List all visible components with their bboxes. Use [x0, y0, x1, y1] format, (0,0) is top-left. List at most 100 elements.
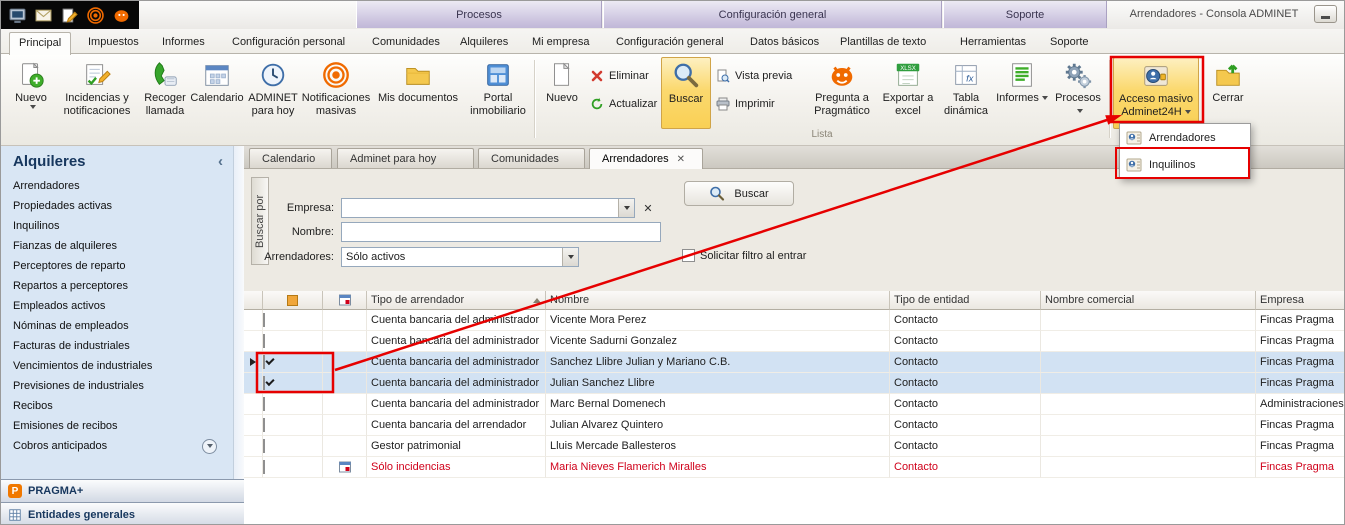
sidebar-scrollbar[interactable]	[233, 146, 244, 479]
sidebar-item-cobros-anticipados[interactable]: Cobros anticipados	[1, 436, 233, 456]
doc-tab-calendario[interactable]: Calendario	[249, 148, 332, 168]
doc-tab-adminet-para-hoy[interactable]: Adminet para hoy	[337, 148, 474, 168]
checkbox[interactable]	[682, 249, 695, 262]
exportar-excel-button[interactable]: XLSX Exportar a excel	[879, 57, 937, 129]
table-row[interactable]: Cuenta bancaria del administrador Marc B…	[244, 394, 1345, 415]
checkbox[interactable]	[263, 355, 265, 369]
ribbon-tab-mi-empresa[interactable]: Mi empresa	[523, 32, 598, 53]
cell-tipo[interactable]: Cuenta bancaria del administrador	[367, 352, 546, 373]
cell-entidad[interactable]: Contacto	[890, 394, 1041, 415]
row-checkbox-cell[interactable]	[263, 352, 323, 373]
row-checkbox-cell[interactable]	[263, 415, 323, 436]
cell-nombre[interactable]: Julian Alvarez Quintero	[546, 415, 890, 436]
eliminar-button[interactable]: Eliminar	[587, 66, 652, 86]
row-checkbox-cell[interactable]	[263, 310, 323, 331]
broadcast-icon[interactable]	[87, 7, 104, 24]
sidebar-item-repartos-a-perceptores[interactable]: Repartos a perceptores	[1, 276, 233, 296]
collapse-sidebar-icon[interactable]: ‹	[218, 155, 223, 169]
checkbox[interactable]	[263, 397, 265, 411]
sidebar-item-propiedades-activas[interactable]: Propiedades activas	[1, 196, 233, 216]
sidebar-item-recibos[interactable]: Recibos	[1, 396, 233, 416]
header-tipo-de-entidad[interactable]: Tipo de entidad	[890, 291, 1041, 310]
clear-empresa-button[interactable]: ✕	[640, 200, 656, 216]
table-row[interactable]: Cuenta bancaria del administrador Vicent…	[244, 310, 1345, 331]
doc-tab-comunidades[interactable]: Comunidades	[478, 148, 585, 168]
ribbon-tab-plantillas-de-texto[interactable]: Plantillas de texto	[831, 32, 935, 53]
cell-empresa[interactable]: Fincas Pragma	[1256, 310, 1345, 331]
imprimir-button[interactable]: Imprimir	[713, 94, 778, 114]
mis-documentos-button[interactable]: Mis documentos	[371, 57, 465, 129]
sidebar-item-empleados-activos[interactable]: Empleados activos	[1, 296, 233, 316]
mail-icon[interactable]	[35, 7, 52, 24]
header-tipo-de-arrendador[interactable]: Tipo de arrendador	[367, 291, 546, 310]
notificaciones-masivas-button[interactable]: Notificaciones masivas	[304, 57, 368, 129]
cell-empresa[interactable]: Fincas Pragma	[1256, 352, 1345, 373]
ribbon-tab-alquileres[interactable]: Alquileres	[451, 32, 517, 53]
ribbon-tab-comunidades[interactable]: Comunidades	[363, 32, 449, 53]
row-checkbox-cell[interactable]	[263, 457, 323, 478]
cell-nombre[interactable]: Vicente Sadurni Gonzalez	[546, 331, 890, 352]
informes-button[interactable]: Informes	[995, 57, 1049, 129]
menu-item-inquilinos[interactable]: Inquilinos	[1120, 151, 1250, 178]
cell-entidad[interactable]: Contacto	[890, 373, 1041, 394]
sidebar-item-previsiones-de-industriales[interactable]: Previsiones de industriales	[1, 376, 233, 396]
ribbon-tab-informes[interactable]: Informes	[153, 32, 214, 53]
header-nombre-comercial[interactable]: Nombre comercial	[1041, 291, 1256, 310]
cell-empresa[interactable]: Fincas Pragma	[1256, 436, 1345, 457]
cell-entidad[interactable]: Contacto	[890, 310, 1041, 331]
row-checkbox-cell[interactable]	[263, 394, 323, 415]
sidebar-item-arrendadores[interactable]: Arrendadores	[1, 176, 233, 196]
cell-tipo[interactable]: Cuenta bancaria del administrador	[367, 331, 546, 352]
cell-nombre[interactable]: Maria Nieves Flamerich Miralles	[546, 457, 890, 478]
cell-tipo[interactable]: Gestor patrimonial	[367, 436, 546, 457]
cell-tipo[interactable]: Cuenta bancaria del administrador	[367, 373, 546, 394]
table-row[interactable]: Sólo incidencias Maria Nieves Flamerich …	[244, 457, 1345, 478]
cell-comercial[interactable]	[1041, 310, 1256, 331]
cell-tipo[interactable]: Cuenta bancaria del administrador	[367, 310, 546, 331]
cell-nombre[interactable]: Lluis Mercade Ballesteros	[546, 436, 890, 457]
cell-empresa[interactable]: Fincas Pragma	[1256, 373, 1345, 394]
checkbox[interactable]	[263, 313, 265, 327]
calendario-button[interactable]: Calendario	[192, 57, 242, 129]
cell-nombre[interactable]: Sanchez Llibre Julian y Mariano C.B.	[546, 352, 890, 373]
close-tab-icon[interactable]: ✕	[677, 154, 685, 165]
checkbox[interactable]	[263, 460, 265, 474]
cell-comercial[interactable]	[1041, 331, 1256, 352]
ribbon-tab-impuestos[interactable]: Impuestos	[79, 32, 148, 53]
buscar-filter-button[interactable]: Buscar	[684, 181, 794, 206]
header-select-all[interactable]	[263, 291, 323, 310]
row-checkbox-cell[interactable]	[263, 373, 323, 394]
table-row[interactable]: Cuenta bancaria del arrendador Julian Al…	[244, 415, 1345, 436]
menu-item-arrendadores[interactable]: Arrendadores	[1120, 124, 1250, 151]
pragma-icon[interactable]	[113, 7, 130, 24]
ribbon-tab-soporte[interactable]: Soporte	[1041, 32, 1098, 53]
ribbon-tab-configuracion-personal[interactable]: Configuración personal	[223, 32, 354, 53]
cell-comercial[interactable]	[1041, 352, 1256, 373]
cell-empresa[interactable]: Fincas Pragma	[1256, 457, 1345, 478]
cell-tipo[interactable]: Cuenta bancaria del administrador	[367, 394, 546, 415]
checkbox[interactable]	[263, 376, 265, 390]
nuevo-lista-button[interactable]: Nuevo	[539, 57, 585, 129]
row-checkbox-cell[interactable]	[263, 331, 323, 352]
cell-entidad[interactable]: Contacto	[890, 457, 1041, 478]
cell-comercial[interactable]	[1041, 415, 1256, 436]
header-empresa[interactable]: Empresa	[1256, 291, 1345, 310]
cell-nombre[interactable]: Vicente Mora Perez	[546, 310, 890, 331]
sidebar-item-fianzas-de-alquileres[interactable]: Fianzas de alquileres	[1, 236, 233, 256]
cell-tipo[interactable]: Sólo incidencias	[367, 457, 546, 478]
incidencias-notificaciones-button[interactable]: Incidencias y notificaciones	[57, 57, 137, 129]
table-row[interactable]: Cuenta bancaria del administrador Sanche…	[244, 352, 1345, 373]
cerrar-button[interactable]: Cerrar	[1203, 57, 1253, 129]
cell-comercial[interactable]	[1041, 436, 1256, 457]
cell-nombre[interactable]: Julian Sanchez Llibre	[546, 373, 890, 394]
ribbon-tab-datos-basicos[interactable]: Datos básicos	[741, 32, 828, 53]
empresa-combo[interactable]	[341, 198, 635, 218]
arrendadores-combo[interactable]: Sólo activos	[341, 247, 579, 267]
sidebar-item-facturas-de-industriales[interactable]: Facturas de industriales	[1, 336, 233, 356]
cell-entidad[interactable]: Contacto	[890, 352, 1041, 373]
sidebar-item-inquilinos[interactable]: Inquilinos	[1, 216, 233, 236]
ribbon-tab-principal[interactable]: Principal	[9, 32, 71, 55]
vista-previa-button[interactable]: Vista previa	[713, 66, 795, 86]
row-checkbox-cell[interactable]	[263, 436, 323, 457]
cell-entidad[interactable]: Contacto	[890, 415, 1041, 436]
